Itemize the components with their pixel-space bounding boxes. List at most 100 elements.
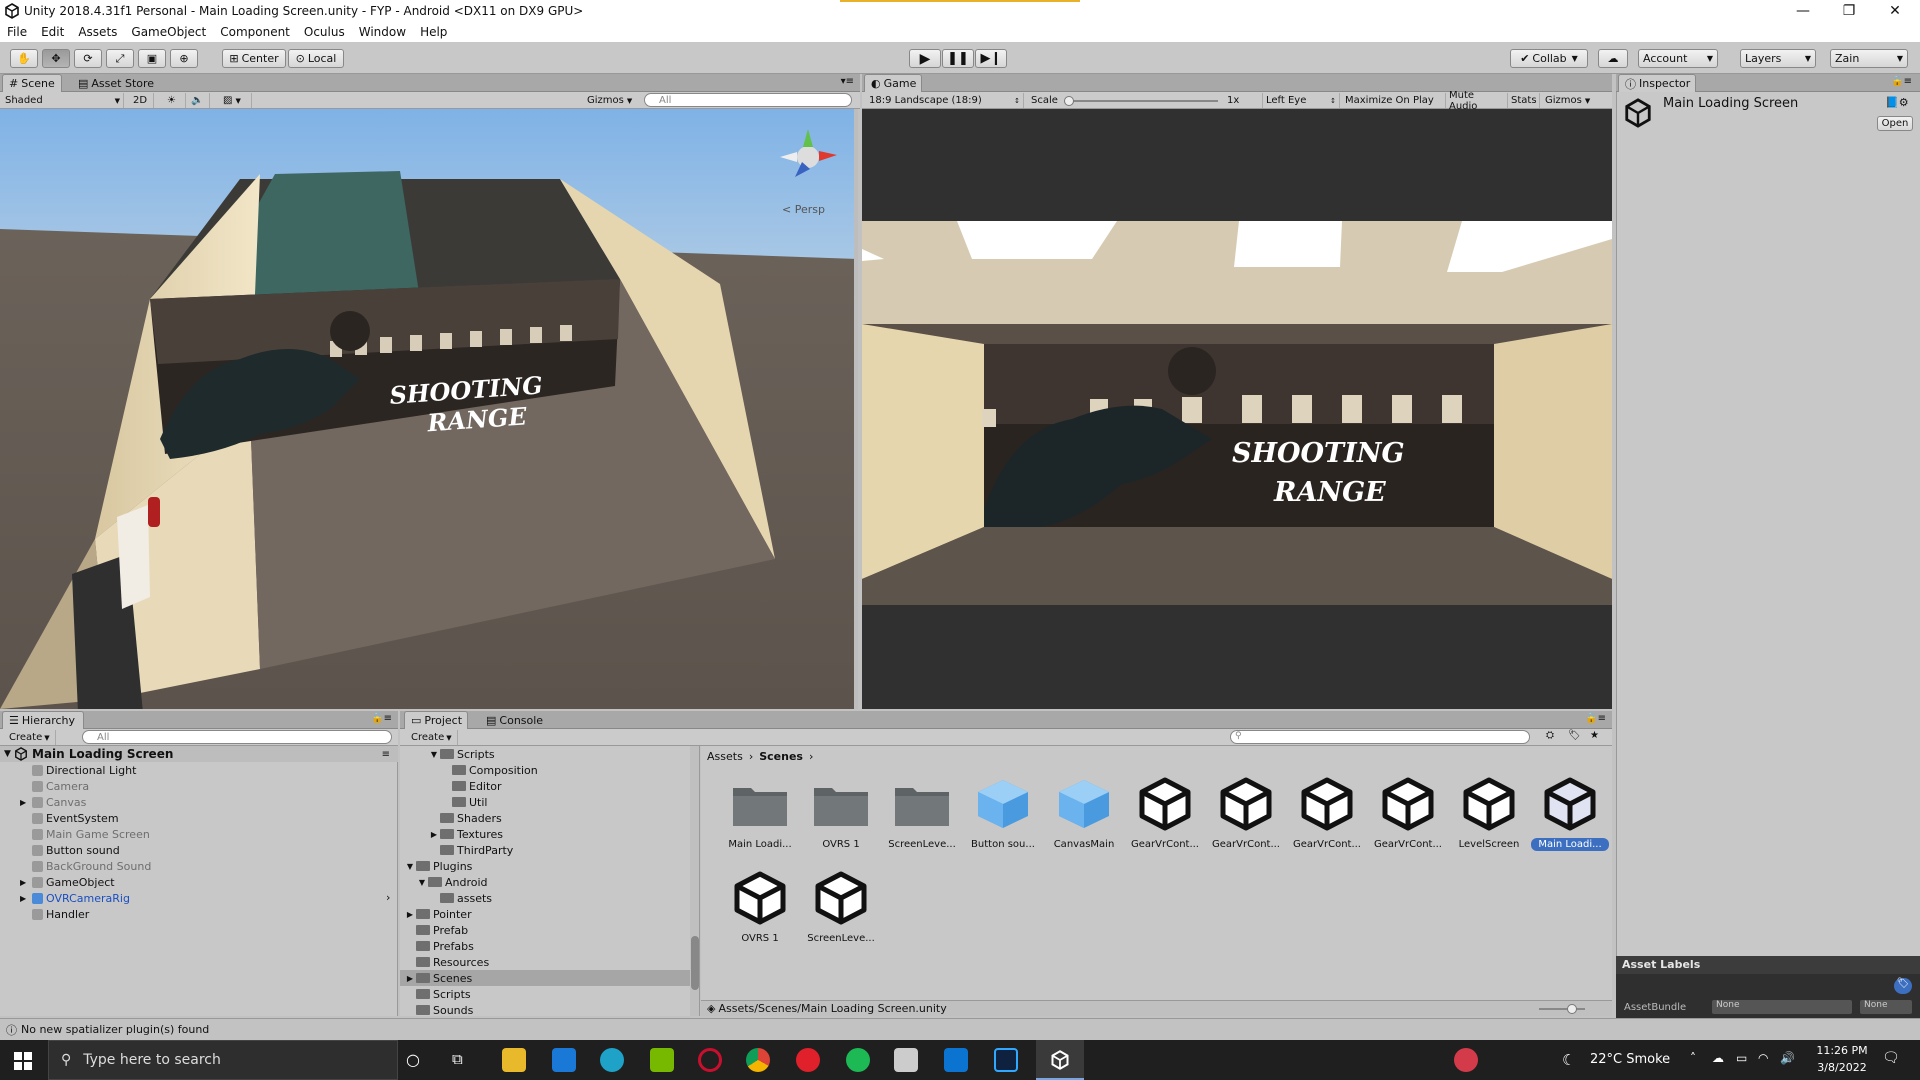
inspector-help-icon[interactable]: 📘⚙ xyxy=(1885,96,1909,109)
tray-chevron-icon[interactable]: ˄ xyxy=(1690,1051,1696,1065)
account-dropdown[interactable]: Account ▼ xyxy=(1638,49,1718,68)
2d-toggle[interactable]: 2D xyxy=(130,93,154,108)
hierarchy-item[interactable]: ▶ Canvas xyxy=(0,794,398,810)
windows-start-icon[interactable] xyxy=(14,1052,32,1070)
assetbundle-dropdown[interactable]: None xyxy=(1712,1000,1852,1014)
asset-item[interactable]: GearVrCont... xyxy=(1207,776,1285,851)
cloud-button[interactable]: ☁ xyxy=(1598,49,1628,68)
stats-toggle[interactable]: Stats xyxy=(1508,93,1540,108)
hierarchy-search-input[interactable]: All xyxy=(82,730,392,744)
hierarchy-item[interactable]: Directional Light xyxy=(0,762,398,778)
filter-type-icon[interactable]: ⛭ xyxy=(1546,730,1554,741)
hierarchy-item[interactable]: ▶ OVRCameraRig xyxy=(0,890,398,906)
tag-icon[interactable]: 🏷 xyxy=(1894,978,1912,994)
hierarchy-item[interactable]: Main Game Screen xyxy=(0,826,398,842)
photoshop-icon[interactable] xyxy=(994,1048,1018,1072)
project-folder-item[interactable]: Util xyxy=(400,794,690,810)
scale-slider-thumb[interactable] xyxy=(1064,96,1074,106)
clock-time[interactable]: 11:26 PM xyxy=(1815,1044,1869,1057)
chrome-icon[interactable] xyxy=(746,1048,770,1072)
notification-icon[interactable]: 🗨 xyxy=(1882,1050,1900,1066)
hierarchy-item[interactable]: Camera xyxy=(0,778,398,794)
variant-dropdown[interactable]: None xyxy=(1860,1000,1912,1014)
pivot-local-button[interactable]: ⊙ Local xyxy=(288,49,344,68)
weather-text[interactable]: 22°C Smoke xyxy=(1590,1052,1670,1067)
pause-button[interactable]: ❚❚ xyxy=(942,49,974,68)
taskbar-search-input[interactable]: ⚲ Type here to search xyxy=(48,1040,398,1080)
tab-game[interactable]: ◐ Game xyxy=(864,74,922,92)
cortana-icon[interactable]: ○ xyxy=(406,1050,420,1069)
step-button[interactable]: ▶❙ xyxy=(975,49,1007,68)
play-button[interactable]: ▶ xyxy=(909,49,941,68)
project-folder-item[interactable]: ▶ Scenes xyxy=(400,970,690,986)
scale-tool-button[interactable]: ⤢ xyxy=(106,49,134,68)
minimize-button[interactable]: — xyxy=(1780,0,1826,22)
project-folder-item[interactable]: Scripts xyxy=(400,986,690,1002)
close-button[interactable]: ✕ xyxy=(1872,0,1918,22)
asset-item[interactable]: LevelScreen xyxy=(1450,776,1528,851)
asset-item[interactable]: GearVrCont... xyxy=(1369,776,1447,851)
scene-gizmos-dropdown[interactable]: Gizmos ▼ xyxy=(584,93,640,108)
scene-search-input[interactable]: All xyxy=(644,93,852,107)
battery-icon[interactable]: ▭ xyxy=(1736,1051,1747,1065)
menu-edit[interactable]: Edit xyxy=(34,25,71,39)
tree-scrollbar-thumb[interactable] xyxy=(691,936,699,990)
menu-help[interactable]: Help xyxy=(413,25,454,39)
expand-arrow-icon[interactable]: ▶ xyxy=(0,878,26,887)
lighting-toggle[interactable]: ☀ xyxy=(164,93,186,108)
project-folder-item[interactable]: ▶ Textures xyxy=(400,826,690,842)
onedrive-cloud-icon[interactable]: ☁ xyxy=(1712,1051,1724,1065)
expand-arrow-icon[interactable]: ▼ xyxy=(0,749,14,759)
file-explorer-icon[interactable] xyxy=(502,1048,526,1072)
hierarchy-item[interactable]: ▶ GameObject xyxy=(0,874,398,890)
hierarchy-item[interactable]: Button sound xyxy=(0,842,398,858)
menu-window[interactable]: Window xyxy=(352,25,413,39)
expand-arrow-icon[interactable]: ▼ xyxy=(400,750,440,759)
collab-dropdown[interactable]: ✔ Collab ▼ xyxy=(1510,49,1588,68)
resolution-dropdown[interactable]: 18:9 Landscape (18:9) ↕ xyxy=(866,93,1024,108)
mute-audio-toggle[interactable]: Mute Audio xyxy=(1446,90,1508,112)
favorite-star-icon[interactable]: ★ xyxy=(1590,730,1599,741)
spotify-icon[interactable] xyxy=(846,1048,870,1072)
volume-icon[interactable]: 🔊 xyxy=(1780,1051,1795,1065)
project-folder-item[interactable]: ▼ Scripts xyxy=(400,746,690,762)
asset-item[interactable]: Main Loadi... xyxy=(721,776,799,851)
hierarchy-scene-row[interactable]: ▼ Main Loading Screen ≡ xyxy=(0,746,398,762)
task-view-icon[interactable]: ⧉ xyxy=(452,1050,463,1068)
effects-dropdown[interactable]: ▨ ▼ xyxy=(220,93,252,108)
tree-scrollbar[interactable] xyxy=(690,746,699,1016)
rect-tool-button[interactable]: ▣ xyxy=(138,49,166,68)
project-folder-item[interactable]: Shaders xyxy=(400,810,690,826)
asset-item[interactable]: GearVrCont... xyxy=(1288,776,1366,851)
tab-console[interactable]: ▤ Console xyxy=(480,711,550,729)
tab-asset-store[interactable]: ▤ Asset Store xyxy=(72,74,172,92)
maximize-button[interactable]: ❐ xyxy=(1826,0,1872,22)
menu-component[interactable]: Component xyxy=(213,25,297,39)
expand-arrow-icon[interactable]: ▶ xyxy=(400,974,416,983)
asset-item[interactable]: Button sou... xyxy=(964,776,1042,851)
persp-label[interactable]: < Persp xyxy=(782,203,825,216)
game-view[interactable]: SHOOTING RANGE xyxy=(862,109,1612,709)
scene-menu-icon[interactable]: ≡ xyxy=(382,749,390,760)
filter-label-icon[interactable]: 🏷 xyxy=(1568,730,1581,741)
hand-tool-button[interactable]: ✋ xyxy=(10,49,38,68)
asset-item[interactable]: ScreenLeve... xyxy=(883,776,961,851)
asset-item[interactable]: OVRS 1 xyxy=(721,870,799,945)
tab-scene[interactable]: # Scene xyxy=(2,74,62,92)
shading-dropdown[interactable]: Shaded ▼ xyxy=(2,93,124,108)
expand-arrow-icon[interactable]: ▼ xyxy=(400,862,416,871)
project-folder-item[interactable]: ▼ Android xyxy=(400,874,690,890)
tab-hierarchy[interactable]: ☰ Hierarchy xyxy=(2,711,84,729)
project-folder-item[interactable]: Resources xyxy=(400,954,690,970)
opera-icon[interactable] xyxy=(796,1048,820,1072)
expand-arrow-icon[interactable]: ▶ xyxy=(400,910,416,919)
transform-tool-button[interactable]: ⊕ xyxy=(170,49,198,68)
scene-orientation-gizmo-icon[interactable] xyxy=(775,119,845,189)
vscode-icon[interactable] xyxy=(944,1048,968,1072)
hierarchy-item[interactable]: EventSystem xyxy=(0,810,398,826)
panel-menu-icon[interactable]: ▾≡ xyxy=(841,76,854,87)
tab-project[interactable]: ▭ Project xyxy=(404,711,468,729)
opera-gx-icon[interactable] xyxy=(698,1048,722,1072)
audio-toggle[interactable]: 🔈 xyxy=(188,93,210,108)
help-icon[interactable] xyxy=(1454,1048,1478,1072)
